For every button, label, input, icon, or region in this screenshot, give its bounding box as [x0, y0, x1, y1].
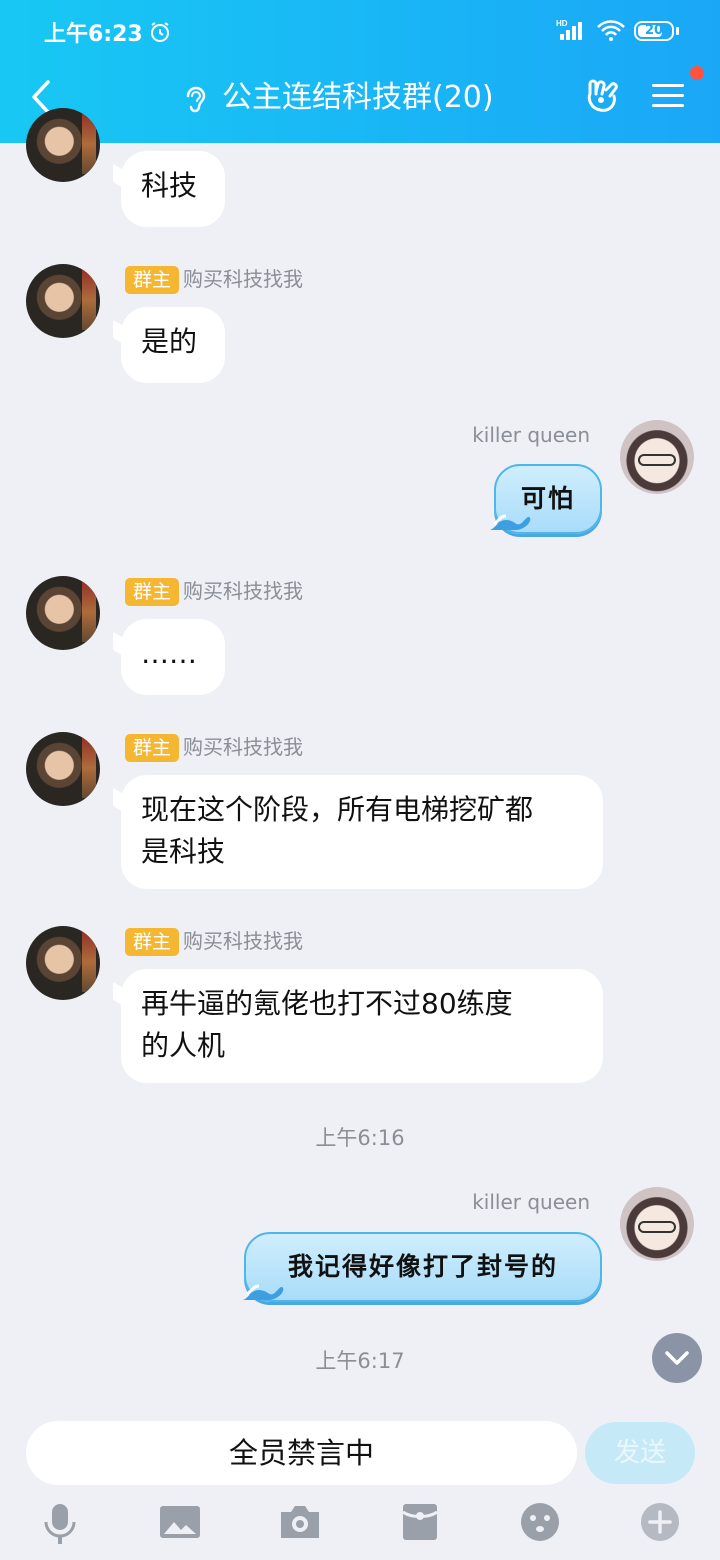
owner-badge: 群主	[125, 578, 180, 606]
wave-decoration-icon	[243, 1284, 284, 1300]
time-divider: 上午6:16	[315, 1126, 405, 1150]
microphone-icon[interactable]	[42, 1502, 78, 1546]
avatar[interactable]	[26, 576, 100, 650]
avatar[interactable]	[620, 420, 694, 494]
send-button[interactable]: 发送	[585, 1422, 695, 1484]
avatar[interactable]	[26, 732, 100, 806]
signal-icon: HD	[556, 19, 582, 40]
camera-icon[interactable]	[279, 1502, 321, 1542]
avatar[interactable]	[26, 264, 100, 338]
message-bubble[interactable]: 现在这个阶段，所有电梯挖矿都 是科技	[121, 775, 603, 889]
battery-indicator: 20	[634, 21, 674, 41]
sender-line: 群主 购买科技找我	[125, 577, 304, 606]
message-bubble[interactable]: 科技	[121, 151, 225, 227]
sender-line: 群主 购买科技找我	[125, 265, 304, 294]
ear-icon[interactable]	[182, 84, 208, 114]
avatar[interactable]	[620, 1187, 694, 1261]
menu-icon[interactable]	[652, 82, 684, 110]
hand-gesture-icon[interactable]	[584, 78, 622, 114]
owner-badge: 群主	[125, 734, 180, 762]
wave-decoration-icon	[490, 514, 531, 530]
message-bubble[interactable]: 我记得好像打了封号的	[244, 1232, 602, 1302]
sender-name: 购买科技找我	[183, 579, 304, 603]
owner-badge: 群主	[125, 928, 180, 956]
status-time: 上午6:23	[44, 22, 143, 47]
sender-name: 购买科技找我	[183, 735, 304, 759]
plus-icon[interactable]	[640, 1502, 680, 1542]
group-title[interactable]: 公主连结科技群(20)	[222, 78, 494, 118]
red-packet-icon[interactable]	[402, 1502, 438, 1542]
owner-badge: 群主	[125, 266, 180, 294]
sender-name: 购买科技找我	[183, 929, 304, 953]
emoji-icon[interactable]	[520, 1502, 560, 1542]
sender-line: 群主 购买科技找我	[125, 733, 304, 762]
sender-name: killer queen	[472, 423, 590, 447]
battery-level: 20	[644, 23, 664, 38]
image-icon[interactable]	[159, 1502, 201, 1542]
scroll-down-icon[interactable]	[652, 1333, 702, 1383]
status-bar: 上午6:23 HD 20	[0, 0, 720, 64]
message-bubble[interactable]: 再牛逼的氪佬也打不过80练度 的人机	[121, 969, 603, 1083]
message-bubble[interactable]: 是的	[121, 307, 225, 383]
sender-name: killer queen	[472, 1190, 590, 1214]
alarm-icon	[151, 22, 169, 42]
time-divider: 上午6:17	[315, 1349, 405, 1373]
avatar[interactable]	[26, 108, 100, 182]
sender-line: 群主 购买科技找我	[125, 927, 304, 956]
avatar[interactable]	[26, 926, 100, 1000]
header: 上午6:23 HD 20 公主连结科技群(20)	[0, 0, 720, 143]
sender-name: 购买科技找我	[183, 267, 304, 291]
notification-dot	[690, 66, 704, 80]
svg-text:HD: HD	[556, 19, 568, 28]
message-input[interactable]: 全员禁言中	[26, 1421, 577, 1485]
wifi-icon	[597, 20, 625, 41]
message-bubble[interactable]: ……	[121, 619, 225, 695]
